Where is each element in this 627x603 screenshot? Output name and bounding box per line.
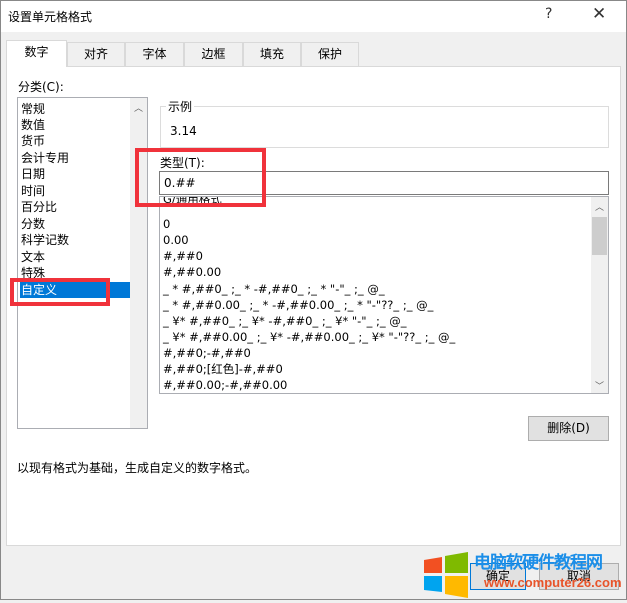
format-item[interactable]: #,##0 (163, 248, 203, 264)
sample-group (160, 106, 609, 148)
format-item[interactable]: #,##0.00;-#,##0.00 (163, 377, 287, 393)
description-text: 以现有格式为基础，生成自定义的数字格式。 (17, 461, 258, 475)
highlight-box (135, 148, 266, 207)
format-scrollbar[interactable]: ︿ ﹀ (591, 197, 608, 393)
category-item[interactable]: 会计专用 (20, 150, 130, 166)
tab-border[interactable]: 边框 (184, 42, 243, 66)
sample-value: 3.14 (170, 124, 197, 138)
close-button[interactable]: ✕ (592, 4, 606, 24)
category-item[interactable]: 数值 (20, 117, 130, 133)
scroll-up-icon[interactable]: ︿ (134, 101, 143, 114)
windows-logo-icon (424, 552, 468, 598)
tab-protection[interactable]: 保护 (301, 42, 359, 66)
category-list[interactable]: 常规 数值 货币 会计专用 日期 时间 百分比 分数 科学记数 文本 特殊 自定… (17, 97, 148, 429)
delete-button[interactable]: 删除(D) (528, 416, 609, 441)
format-item[interactable]: #,##0;[红色]-#,##0 (163, 361, 283, 377)
watermark-title: 电脑软硬件教程网 (474, 553, 603, 573)
category-item[interactable]: 货币 (20, 133, 130, 149)
category-item[interactable]: 常规 (20, 101, 130, 117)
highlight-box (10, 278, 110, 306)
tab-alignment[interactable]: 对齐 (67, 42, 125, 66)
format-item[interactable]: 0.00 (163, 232, 189, 248)
category-item[interactable]: 时间 (20, 183, 130, 199)
category-label: 分类(C): (18, 80, 64, 94)
format-item[interactable]: #,##0.00 (163, 264, 221, 280)
watermark-url: www.computer26.com (484, 575, 622, 590)
category-item[interactable]: 科学记数 (20, 232, 130, 248)
dialog-title: 设置单元格格式 (8, 10, 93, 24)
title-bar (0, 0, 627, 32)
scroll-thumb[interactable] (592, 217, 607, 255)
category-item[interactable]: 文本 (20, 249, 130, 265)
format-item[interactable]: 0 (163, 216, 170, 232)
category-item[interactable]: 百分比 (20, 199, 130, 215)
format-item[interactable]: _ * #,##0.00_ ;_ * -#,##0.00_ ;_ * "-"??… (163, 297, 433, 313)
format-item[interactable]: _ ¥* #,##0_ ;_ ¥* -#,##0_ ;_ ¥* "-"_ ;_ … (163, 313, 407, 329)
watermark-logo (420, 546, 480, 600)
category-item[interactable]: 分数 (20, 216, 130, 232)
format-item[interactable]: #,##0;-#,##0 (163, 345, 251, 361)
tab-font[interactable]: 字体 (125, 42, 184, 66)
tab-fill[interactable]: 填充 (243, 42, 301, 66)
scroll-down-icon[interactable]: ﹀ (595, 379, 604, 392)
category-item[interactable]: 日期 (20, 166, 130, 182)
format-list[interactable]: G/通用格式 0 0.00 #,##0 #,##0.00 _ * #,##0_ … (159, 196, 609, 394)
tab-number[interactable]: 数字 (6, 40, 67, 67)
help-button[interactable]: ? (545, 6, 552, 22)
sample-label: 示例 (166, 98, 195, 115)
format-item[interactable]: _ * #,##0_ ;_ * -#,##0_ ;_ * "-"_ ;_ @_ (163, 281, 385, 297)
format-item[interactable]: _ ¥* #,##0.00_ ;_ ¥* -#,##0.00_ ;_ ¥* "-… (163, 329, 455, 345)
scroll-up-icon[interactable]: ︿ (595, 200, 604, 213)
